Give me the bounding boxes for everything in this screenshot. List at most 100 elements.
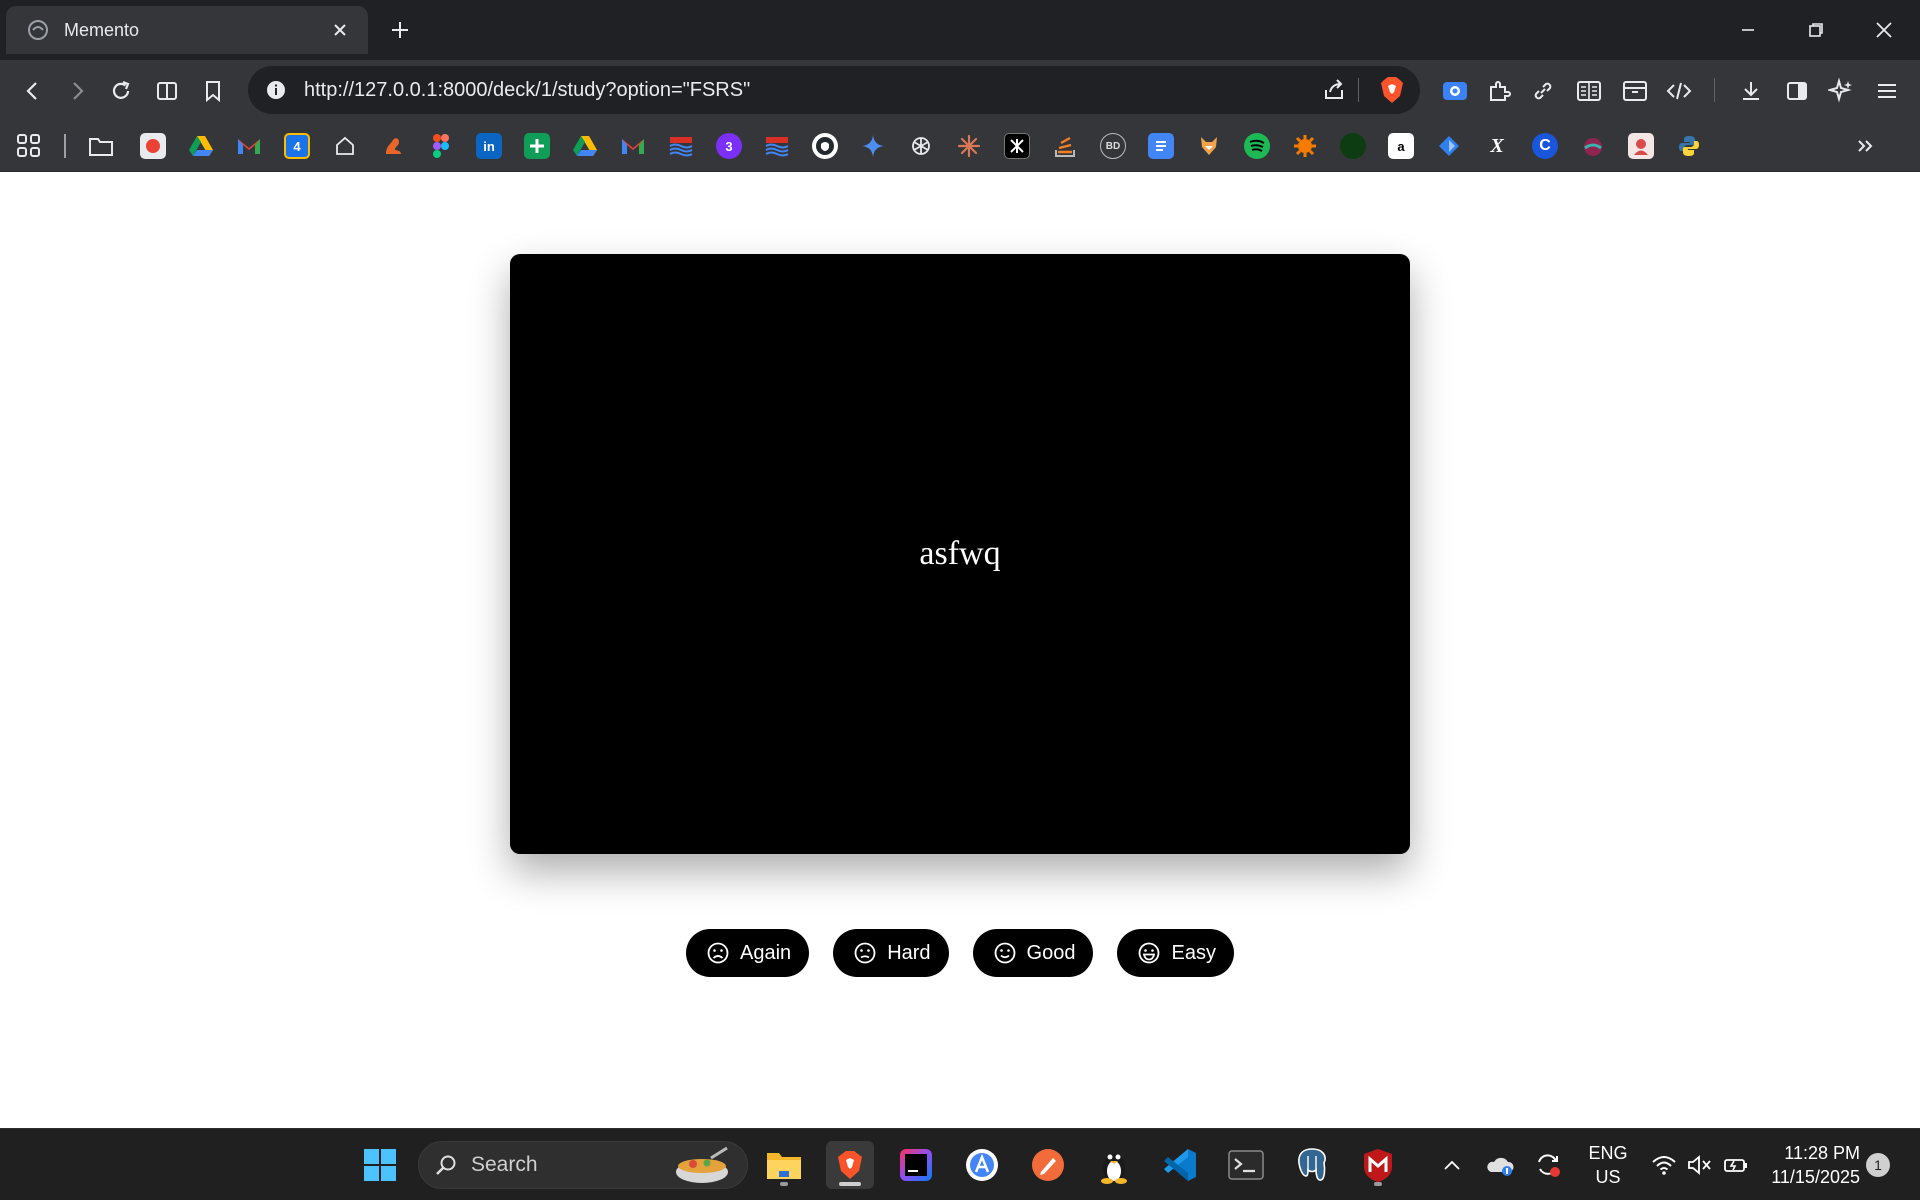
gmail-2-icon[interactable] [620, 133, 646, 159]
bookmarks-divider [64, 134, 66, 158]
frown-face-icon [854, 942, 876, 964]
postgresql-icon[interactable] [1288, 1141, 1336, 1189]
wifi-icon[interactable] [1644, 1141, 1684, 1189]
figma-icon[interactable] [428, 133, 454, 159]
stack-icon[interactable] [1052, 133, 1078, 159]
download-icon[interactable] [1734, 74, 1768, 108]
rating-buttons: Again Hard Good Easy [0, 929, 1920, 977]
android-studio-icon[interactable] [958, 1141, 1006, 1189]
easy-label: Easy [1171, 941, 1216, 964]
hard-label: Hard [887, 941, 931, 964]
google-calendar-icon[interactable]: 4 [284, 133, 310, 159]
address-bar[interactable]: http://127.0.0.1:8000/deck/1/study?optio… [248, 66, 1420, 114]
file-explorer-icon[interactable] [760, 1141, 808, 1189]
anime-avatar-icon[interactable] [1628, 133, 1654, 159]
screenshot-extension-icon[interactable] [1438, 74, 1472, 108]
clock[interactable]: 11:28 PM 11/15/2025 [1764, 1141, 1860, 1189]
share-icon[interactable] [1320, 76, 1348, 104]
dark-extension-icon[interactable] [1004, 133, 1030, 159]
site-info-icon[interactable] [262, 76, 290, 104]
gemini-sparkle-icon[interactable] [860, 133, 886, 159]
language-indicator[interactable]: ENG US [1582, 1141, 1634, 1189]
e-extension-icon[interactable]: 3 [716, 133, 742, 159]
brave-active-indicator [839, 1182, 861, 1186]
tab-title: Memento [64, 19, 140, 40]
google-drive-2-icon[interactable] [572, 133, 598, 159]
onedrive-icon[interactable] [1480, 1141, 1520, 1189]
sync-alert-icon[interactable] [1528, 1141, 1568, 1189]
apps-grid-icon[interactable] [16, 133, 42, 159]
spotify-icon[interactable] [1244, 133, 1270, 159]
again-button[interactable]: Again [686, 929, 810, 977]
back-icon[interactable] [16, 74, 50, 108]
chrome-web-store-icon[interactable] [140, 133, 166, 159]
terminal-icon[interactable] [1222, 1141, 1270, 1189]
x-bookmark-icon[interactable]: X [1484, 133, 1510, 159]
amazon-icon[interactable]: a [1388, 133, 1414, 159]
claude-star-icon[interactable] [956, 133, 982, 159]
waves-flag-icon[interactable] [668, 133, 694, 159]
google-sheets-icon[interactable] [524, 133, 550, 159]
green-circle-icon[interactable] [1340, 133, 1366, 159]
fox-icon[interactable] [1196, 133, 1222, 159]
reader-mode-icon[interactable] [1572, 74, 1606, 108]
easy-button[interactable]: Easy [1117, 929, 1234, 977]
sidebar-toggle-icon[interactable] [150, 74, 184, 108]
home-icon[interactable] [332, 133, 358, 159]
vscode-icon[interactable] [1156, 1141, 1204, 1189]
extensions-puzzle-icon[interactable] [1482, 74, 1516, 108]
mcafee-running-indicator [1374, 1182, 1382, 1186]
bookmark-icon[interactable] [196, 74, 230, 108]
close-window-icon[interactable] [1860, 10, 1908, 50]
more-bookmarks-icon[interactable] [1852, 133, 1878, 159]
code-icon[interactable] [1662, 74, 1696, 108]
active-tab[interactable]: Memento [6, 6, 368, 54]
new-tab-button[interactable] [384, 14, 416, 46]
clock-time: 11:28 PM [1784, 1143, 1860, 1163]
bd-bookmark-icon[interactable]: BD [1100, 133, 1126, 159]
brave-shields-icon[interactable] [1376, 74, 1408, 106]
c-bookmark-icon[interactable]: C [1532, 133, 1558, 159]
search-label: Search [471, 1153, 538, 1176]
forward-icon[interactable] [60, 74, 94, 108]
taskbar-search[interactable]: Search [418, 1141, 748, 1189]
python-icon[interactable] [1676, 133, 1702, 159]
archive-icon[interactable] [1618, 74, 1652, 108]
good-button[interactable]: Good [972, 929, 1094, 977]
notification-badge[interactable]: 1 [1866, 1153, 1890, 1177]
url-text[interactable]: http://127.0.0.1:8000/deck/1/study?optio… [304, 66, 750, 114]
link-icon[interactable] [1526, 74, 1560, 108]
volume-muted-icon[interactable] [1680, 1141, 1720, 1189]
diamond-icon[interactable] [1436, 133, 1462, 159]
menu-icon[interactable] [1870, 74, 1904, 108]
intellij-icon[interactable] [892, 1141, 940, 1189]
tab-close-icon[interactable] [326, 16, 354, 44]
pen-app-icon[interactable] [1024, 1141, 1072, 1189]
flashcard[interactable]: asfwq [510, 254, 1410, 854]
linkedin-icon[interactable]: in [476, 133, 502, 159]
memento-favicon-icon [28, 20, 48, 40]
ai-sparkle-icon[interactable] [1824, 74, 1858, 108]
openai-icon[interactable] [908, 133, 934, 159]
waves-flag-2-icon[interactable] [764, 133, 790, 159]
windows-start-icon[interactable] [356, 1141, 404, 1189]
linux-tux-icon[interactable] [1090, 1141, 1138, 1189]
gear-sun-icon[interactable] [1292, 133, 1318, 159]
mcafee-icon[interactable] [1354, 1141, 1402, 1189]
restore-icon[interactable] [1792, 10, 1840, 50]
side-panel-icon[interactable] [1780, 74, 1814, 108]
explorer-running-indicator [780, 1182, 788, 1186]
google-docs-icon[interactable] [1148, 133, 1174, 159]
google-drive-icon[interactable] [188, 133, 214, 159]
tray-overflow-icon[interactable] [1432, 1141, 1472, 1189]
gmail-icon[interactable] [236, 133, 262, 159]
strength-arm-icon[interactable] [380, 133, 406, 159]
github-icon[interactable] [812, 133, 838, 159]
brave-taskbar-icon[interactable] [826, 1141, 874, 1189]
reload-icon[interactable] [104, 74, 138, 108]
hat-icon[interactable] [1580, 133, 1606, 159]
hard-button[interactable]: Hard [833, 929, 949, 977]
battery-charging-icon[interactable] [1716, 1141, 1756, 1189]
minimize-icon[interactable] [1724, 10, 1772, 50]
folder-icon[interactable] [88, 133, 114, 159]
